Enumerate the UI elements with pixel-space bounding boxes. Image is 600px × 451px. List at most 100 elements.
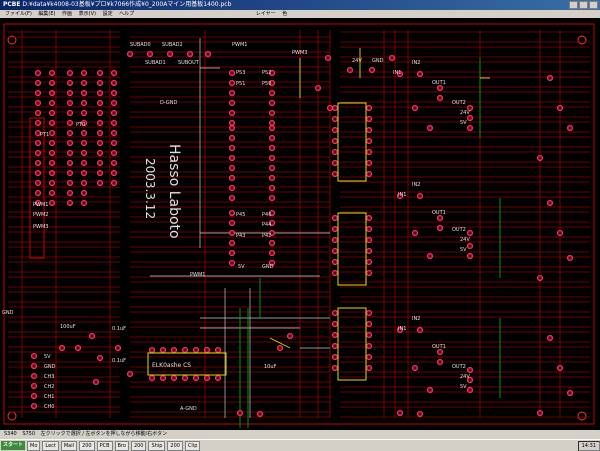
label-pwm3: PWM3: [292, 50, 307, 56]
pad-hole: [429, 389, 431, 391]
task-item[interactable]: Bro: [114, 440, 129, 451]
label-out1-c: OUT1: [432, 344, 446, 350]
pad-hole: [231, 222, 233, 224]
menu-settings[interactable]: 設定: [103, 11, 113, 17]
pad-hole: [334, 162, 336, 164]
close-button[interactable]: [589, 1, 598, 9]
author-text: Hasso Laboto: [166, 144, 182, 239]
pad-hole: [469, 245, 471, 247]
label-ch2: CH2: [44, 384, 54, 390]
menu-edit[interactable]: 編集(E): [38, 11, 55, 17]
menu-help[interactable]: ヘルプ: [119, 11, 134, 17]
task-item[interactable]: Clip: [184, 440, 201, 451]
pad-hole: [129, 53, 131, 55]
pad-hole: [391, 57, 393, 59]
pad-hole: [69, 172, 71, 174]
pad-hole: [399, 412, 401, 414]
pad-hole: [271, 252, 273, 254]
task-item[interactable]: Mail: [60, 440, 78, 451]
pad-hole: [439, 87, 441, 89]
pad-hole: [271, 127, 273, 129]
pad-hole: [99, 112, 101, 114]
task-item[interactable]: 200: [130, 440, 147, 451]
pad-hole: [368, 250, 370, 252]
pad-hole: [368, 173, 370, 175]
pcb-canvas[interactable]: SUBAD0 SUBAD2 SUBAD1 SUBOUT PWM1 PWM3 D-…: [0, 18, 600, 430]
pad-hole: [173, 349, 175, 351]
pad-hole: [51, 122, 53, 124]
pad-hole: [334, 173, 336, 175]
label-24v-b: 24V: [460, 237, 470, 243]
pad-hole: [83, 182, 85, 184]
pad-hole: [371, 69, 373, 71]
pad-hole: [189, 53, 191, 55]
pad-hole: [327, 57, 329, 59]
pad-hole: [231, 82, 233, 84]
menu-layer[interactable]: レイヤー: [256, 11, 276, 17]
label-10uf: 10uF: [264, 364, 277, 370]
pad-hole: [368, 367, 370, 369]
status-left: S340: [4, 431, 17, 437]
pad-hole: [169, 53, 171, 55]
label-in1-b: IN1: [398, 192, 406, 198]
pad-hole: [69, 122, 71, 124]
task-item[interactable]: Mo: [27, 440, 41, 451]
maximize-button[interactable]: [579, 1, 588, 9]
label-p50: P50: [262, 81, 271, 87]
pad-hole: [368, 261, 370, 263]
pad-hole: [113, 182, 115, 184]
pad-hole: [469, 255, 471, 257]
pad-hole: [231, 127, 233, 129]
pad-hole: [33, 405, 35, 407]
pad-hole: [329, 107, 331, 109]
pad-hole: [99, 92, 101, 94]
label-in1-a: IN1: [393, 70, 401, 76]
pad-hole: [83, 152, 85, 154]
menu-view[interactable]: 表示(V): [79, 11, 96, 17]
pad-hole: [207, 53, 209, 55]
pad-hole: [231, 262, 233, 264]
pad-hole: [231, 177, 233, 179]
label-pwm-lower: PWM1: [190, 272, 205, 278]
label-01uf: 0.1uF: [112, 326, 126, 332]
pad-hole: [334, 312, 336, 314]
pad-hole: [33, 375, 35, 377]
app-name: PCBE: [3, 1, 21, 8]
pad-hole: [334, 367, 336, 369]
pad-hole: [569, 127, 571, 129]
label-pt1: PT1: [40, 132, 49, 138]
pad-hole: [289, 335, 291, 337]
pad-hole: [271, 147, 273, 149]
pad-hole: [51, 132, 53, 134]
pad-hole: [129, 373, 131, 375]
label-ic: ELK0ashe CS: [152, 362, 191, 369]
pad-hole: [37, 192, 39, 194]
label-gnd-top: GND: [372, 58, 384, 64]
menu-draw[interactable]: 作画: [62, 11, 72, 17]
task-item[interactable]: Lect: [42, 440, 59, 451]
pad-hole: [83, 72, 85, 74]
label-out2-a: OUT2: [452, 100, 466, 106]
task-item[interactable]: 200: [167, 440, 183, 451]
pad-hole: [149, 53, 151, 55]
system-clock: 14:31: [577, 440, 600, 451]
pad-hole: [99, 102, 101, 104]
pad-hole: [99, 142, 101, 144]
mounting-hole: [577, 35, 587, 45]
task-item[interactable]: Ship: [148, 440, 166, 451]
menu-color[interactable]: 色: [282, 11, 287, 17]
menu-file[interactable]: ファイル(F): [5, 11, 32, 17]
task-item[interactable]: PCB: [96, 440, 113, 451]
start-button[interactable]: スタート: [1, 441, 25, 450]
pad-hole: [231, 147, 233, 149]
pad-hole: [33, 395, 35, 397]
pad-hole: [231, 167, 233, 169]
minimize-button[interactable]: [569, 1, 578, 9]
pad-hole: [95, 381, 97, 383]
task-item[interactable]: 200: [79, 440, 95, 451]
pad-hole: [231, 137, 233, 139]
menu-bar: ファイル(F) 編集(E) 作画 表示(V) 設定 ヘルプ レイヤー 色: [0, 10, 600, 18]
pad-hole: [334, 228, 336, 230]
pad-hole: [51, 72, 53, 74]
pad-hole: [162, 349, 164, 351]
